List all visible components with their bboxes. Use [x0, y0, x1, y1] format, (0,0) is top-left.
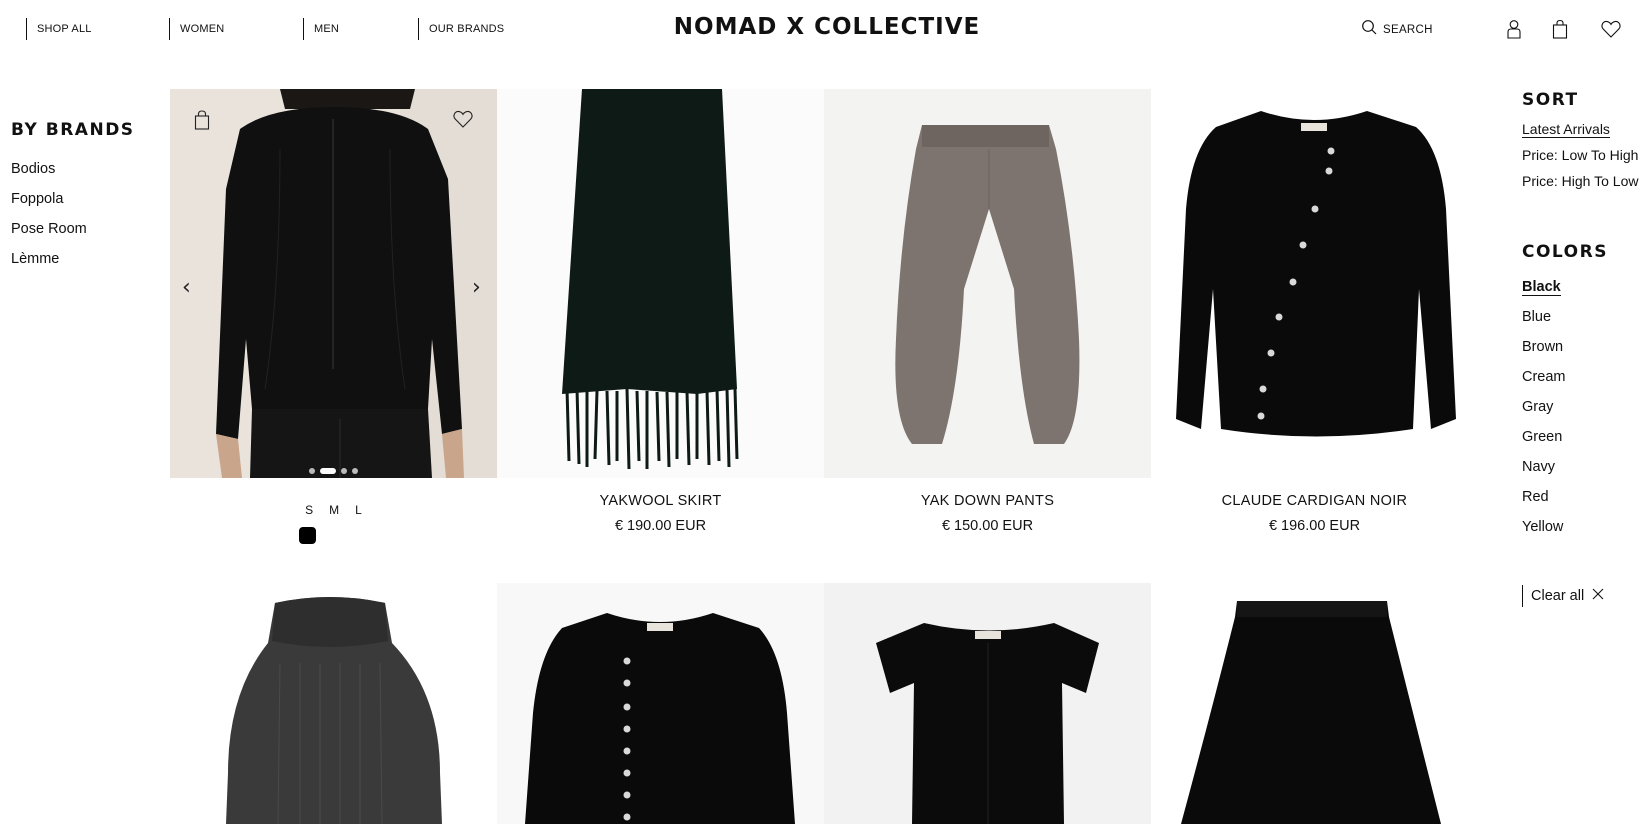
carousel-next-icon[interactable]: › [472, 275, 481, 300]
product-image[interactable] [1151, 583, 1478, 824]
color-filter-navy[interactable]: Navy [1522, 452, 1648, 482]
brands-title: BY BRANDS [11, 120, 135, 140]
size-option[interactable]: S [305, 503, 313, 517]
product-image[interactable] [824, 89, 1151, 478]
color-filter-green[interactable]: Green [1522, 422, 1648, 452]
add-to-wishlist-icon[interactable] [452, 109, 474, 134]
clear-divider [1522, 585, 1523, 607]
product-price: € 150.00 EUR [941, 518, 1034, 534]
color-filter-gray[interactable]: Gray [1522, 392, 1648, 422]
color-filter-red[interactable]: Red [1522, 482, 1648, 512]
search-label: SEARCH [1383, 23, 1433, 36]
sort-and-color-filters: SORT Latest Arrivals Price: Low To High … [1522, 90, 1648, 542]
sort-latest-arrivals[interactable]: Latest Arrivals [1522, 116, 1648, 142]
sort-option-label: Price: High To Low [1522, 173, 1639, 189]
quick-add-bag-icon[interactable] [194, 109, 210, 136]
brand-foppola[interactable]: Foppola [11, 184, 135, 214]
wishlist-icon[interactable] [1600, 18, 1622, 40]
color-option-label: Brown [1522, 339, 1564, 355]
brand-bodios[interactable]: Bodios [11, 154, 135, 184]
color-option-label: Gray [1522, 399, 1554, 415]
close-icon [1592, 587, 1604, 605]
sort-title: SORT [1522, 90, 1579, 110]
brands-filter: BY BRANDS Bodios Foppola Pose Room Lèmme [11, 120, 135, 274]
site-header: SHOP ALL WOMEN MEN OUR BRANDS NOMAD X CO… [0, 0, 1648, 60]
carousel-dot[interactable] [341, 468, 347, 474]
sort-price-high-low[interactable]: Price: High To Low [1522, 168, 1648, 194]
product-name[interactable]: YAK DOWN PANTS [824, 493, 1151, 509]
product-price: € 196.00 EUR [1268, 518, 1361, 534]
color-option-label: Cream [1522, 369, 1566, 385]
product-price: € 190.00 EUR [614, 518, 707, 534]
clear-all-button[interactable]: Clear all [1522, 584, 1604, 608]
product-image[interactable] [497, 89, 824, 478]
color-option-label: Red [1522, 489, 1549, 505]
size-option[interactable]: M [329, 503, 339, 517]
product-name[interactable]: YAKWOOL SKIRT [497, 493, 824, 509]
carousel-dot[interactable] [352, 468, 358, 474]
size-options: S M L [170, 503, 497, 517]
brand-lemme[interactable]: Lèmme [11, 244, 135, 274]
color-option-label: Black [1522, 279, 1561, 296]
carousel-dot[interactable] [309, 468, 315, 474]
color-filter-cream[interactable]: Cream [1522, 362, 1648, 392]
account-icon[interactable] [1503, 18, 1525, 40]
color-option-label: Yellow [1522, 519, 1564, 535]
colors-title: COLORS [1522, 242, 1608, 262]
bag-icon[interactable] [1549, 18, 1571, 40]
color-filter-brown[interactable]: Brown [1522, 332, 1648, 362]
sort-option-label: Price: Low To High [1522, 147, 1639, 163]
carousel-dot-active[interactable] [320, 468, 336, 474]
sort-price-low-high[interactable]: Price: Low To High [1522, 142, 1648, 168]
product-image[interactable] [170, 583, 497, 824]
product-image[interactable] [1151, 89, 1478, 478]
product-image[interactable]: ‹ › [170, 89, 497, 478]
color-filter-yellow[interactable]: Yellow [1522, 512, 1648, 542]
carousel-dots [170, 468, 497, 474]
carousel-prev-icon[interactable]: ‹ [182, 275, 191, 300]
product-name[interactable]: CLAUDE CARDIGAN NOIR [1151, 493, 1478, 509]
clear-all-label: Clear all [1531, 588, 1585, 604]
color-option-label: Navy [1522, 459, 1556, 475]
color-filter-blue[interactable]: Blue [1522, 302, 1648, 332]
product-image[interactable] [824, 583, 1151, 824]
search-icon [1361, 19, 1377, 40]
sort-option-label: Latest Arrivals [1522, 121, 1610, 138]
color-swatch-black[interactable] [299, 527, 316, 544]
size-option[interactable]: L [355, 503, 362, 517]
color-filter-black[interactable]: Black [1522, 272, 1648, 302]
product-image[interactable] [497, 583, 824, 824]
color-option-label: Blue [1522, 309, 1552, 325]
brand-pose-room[interactable]: Pose Room [11, 214, 135, 244]
search-button[interactable]: SEARCH [1361, 19, 1433, 40]
color-option-label: Green [1522, 429, 1563, 445]
